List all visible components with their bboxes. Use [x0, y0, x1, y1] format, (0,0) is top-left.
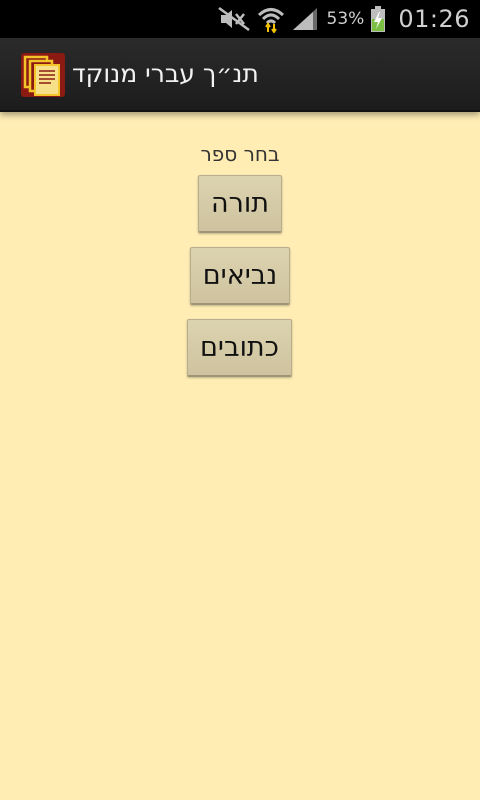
battery-charging-icon	[370, 5, 386, 33]
clock: 01:26	[398, 5, 470, 33]
status-icons: 53% 01:26	[217, 0, 470, 38]
battery-percent: 53%	[326, 9, 365, 29]
mute-icon	[217, 6, 251, 32]
status-bar: 53% 01:26	[0, 0, 480, 38]
app-title: תנ״ך עברי מנוקד	[72, 59, 259, 88]
ketuvim-button[interactable]: כתובים	[187, 319, 292, 377]
choose-book-label: בחר ספר	[200, 142, 280, 166]
wifi-icon	[257, 5, 285, 33]
torah-button[interactable]: תורה	[198, 175, 282, 233]
book-pages-icon[interactable]	[21, 53, 65, 97]
main-content: בחר ספר תורה נביאים כתובים	[0, 112, 480, 800]
neviim-button[interactable]: נביאים	[190, 247, 290, 305]
signal-icon	[291, 6, 319, 32]
action-bar: תנ״ך עברי מנוקד	[0, 38, 480, 112]
